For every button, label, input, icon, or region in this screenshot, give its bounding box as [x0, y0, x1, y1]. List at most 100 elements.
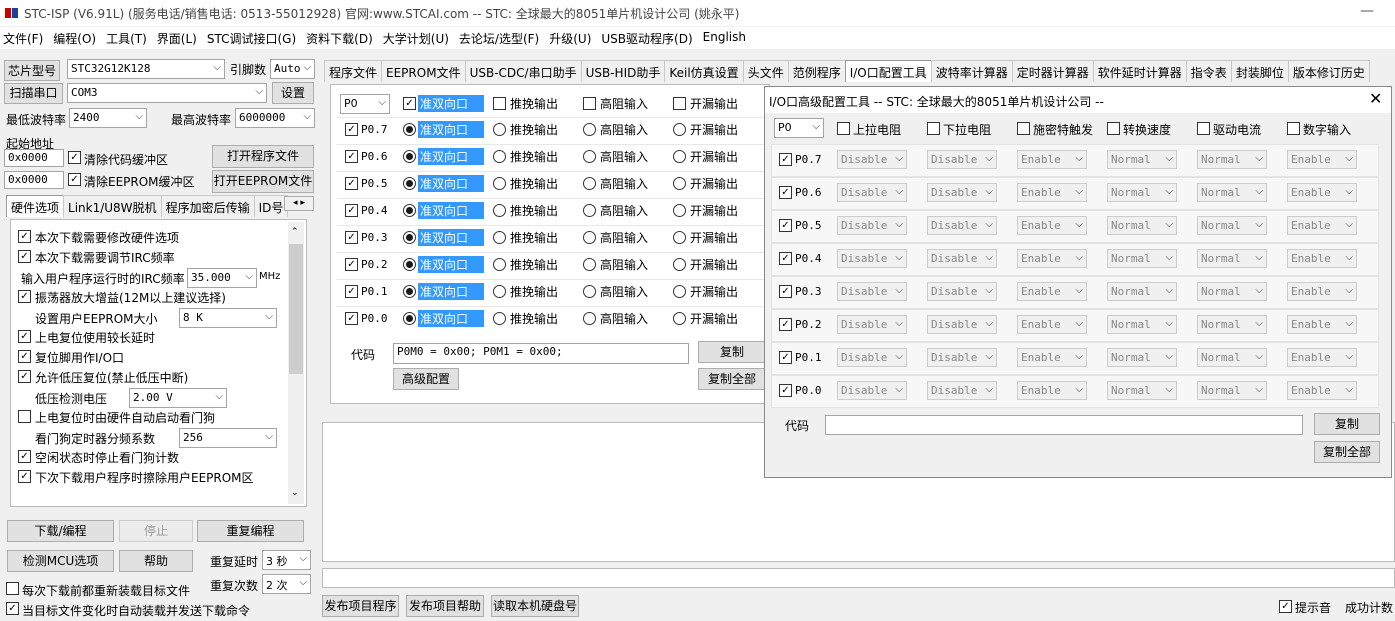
mode-radio[interactable] — [583, 312, 596, 325]
dialog-value-select[interactable]: Normal ⌵ — [1107, 315, 1177, 334]
dialog-pin-checkbox[interactable]: ✓ — [779, 285, 792, 298]
mode-radio[interactable] — [403, 177, 416, 190]
pin-checkbox[interactable]: ✓ — [345, 177, 358, 190]
mode-radio[interactable] — [493, 123, 506, 136]
main-tab[interactable]: EEPROM文件 — [381, 60, 466, 82]
dialog-value-select[interactable]: Normal ⌵ — [1197, 150, 1267, 169]
menu-item[interactable]: 大学计划(U) — [380, 27, 456, 49]
dialog-code-output[interactable] — [825, 415, 1303, 435]
dialog-value-select[interactable]: Disable ⌵ — [927, 150, 997, 169]
header-checkbox[interactable] — [1017, 122, 1030, 135]
header-checkbox[interactable] — [1107, 122, 1120, 135]
dialog-copy-button[interactable]: 复制 — [1314, 413, 1380, 435]
dialog-value-select[interactable]: Disable ⌵ — [927, 249, 997, 268]
dialog-value-select[interactable]: Enable ⌵ — [1287, 150, 1357, 169]
dialog-pin-checkbox[interactable]: ✓ — [779, 318, 792, 331]
option-checkbox[interactable]: ✓ — [18, 470, 31, 483]
mode-checkbox[interactable] — [583, 97, 596, 110]
port-select[interactable]: COM3 ⌵ — [67, 83, 267, 103]
clear-code-checkbox[interactable]: ✓ — [68, 151, 81, 164]
minimize-icon[interactable]: — — [1360, 3, 1374, 19]
menu-item[interactable]: 资料下载(D) — [303, 27, 380, 49]
io-port-select[interactable]: P0 ⌵ — [340, 94, 390, 114]
dialog-value-select[interactable]: Disable ⌵ — [837, 183, 907, 202]
main-tab[interactable]: 版本修订历史 — [1287, 60, 1370, 82]
repeat-delay-select[interactable]: 3 秒 ⌵ — [262, 550, 311, 570]
dialog-value-select[interactable]: Enable ⌵ — [1017, 183, 1087, 202]
mode-radio[interactable] — [403, 204, 416, 217]
mode-radio[interactable] — [493, 258, 506, 271]
scan-port-button[interactable]: 扫描串口 — [4, 83, 63, 104]
mode-radio[interactable] — [583, 204, 596, 217]
main-tab[interactable]: 定时器计算器 — [1011, 60, 1094, 82]
dialog-value-select[interactable]: Enable ⌵ — [1017, 381, 1087, 400]
dialog-pin-checkbox[interactable]: ✓ — [779, 351, 792, 364]
pin-checkbox[interactable]: ✓ — [345, 150, 358, 163]
mode-radio[interactable] — [403, 150, 416, 163]
dialog-value-select[interactable]: Enable ⌵ — [1287, 315, 1357, 334]
pin-checkbox[interactable]: ✓ — [345, 231, 358, 244]
header-checkbox[interactable] — [1197, 122, 1210, 135]
open-eeprom-file-button[interactable]: 打开EEPROM文件 — [212, 170, 314, 193]
dialog-value-select[interactable]: Enable ⌵ — [1017, 348, 1087, 367]
publish-help-button[interactable]: 发布项目帮助 — [406, 595, 484, 617]
dialog-pin-checkbox[interactable]: ✓ — [779, 384, 792, 397]
mode-checkbox[interactable]: ✓ — [403, 97, 416, 110]
menu-item[interactable]: 工具(T) — [103, 27, 154, 49]
left-tab[interactable]: 硬件选项 — [6, 195, 65, 217]
io-code-output[interactable]: P0M0 = 0x00; P0M1 = 0x00; — [393, 343, 689, 364]
dialog-value-select[interactable]: Enable ⌵ — [1287, 348, 1357, 367]
menu-item[interactable]: STC调试接口(G) — [204, 27, 303, 49]
mode-radio[interactable] — [673, 258, 686, 271]
mode-radio[interactable] — [673, 285, 686, 298]
dialog-value-select[interactable]: Normal ⌵ — [1107, 282, 1177, 301]
main-tab[interactable]: 范例程序 — [787, 60, 846, 82]
min-baud-select[interactable]: 2400 ⌵ — [69, 108, 147, 128]
header-checkbox[interactable] — [837, 122, 850, 135]
dialog-value-select[interactable]: Disable ⌵ — [927, 348, 997, 367]
stop-button[interactable]: 停止 — [119, 520, 193, 542]
menu-item[interactable]: 升级(U) — [546, 27, 598, 49]
main-tab[interactable]: USB-HID助手 — [580, 60, 666, 82]
dialog-value-select[interactable]: Normal ⌵ — [1107, 216, 1177, 235]
option-checkbox[interactable]: ✓ — [18, 370, 31, 383]
dialog-value-select[interactable]: Disable ⌵ — [927, 315, 997, 334]
main-tab[interactable]: Keil仿真设置 — [664, 60, 744, 82]
dialog-value-select[interactable]: Enable ⌵ — [1017, 315, 1087, 334]
dialog-pin-checkbox[interactable]: ✓ — [779, 252, 792, 265]
pin-checkbox[interactable]: ✓ — [345, 204, 358, 217]
auto-reload-checkbox[interactable]: ✓ — [6, 602, 19, 615]
mode-radio[interactable] — [673, 231, 686, 244]
mode-radio[interactable] — [493, 177, 506, 190]
option-checkbox[interactable]: ✓ — [18, 250, 31, 263]
header-checkbox[interactable] — [927, 122, 940, 135]
mode-radio[interactable] — [583, 231, 596, 244]
pin-checkbox[interactable]: ✓ — [345, 285, 358, 298]
option-select[interactable]: 35.000 ⌵ — [187, 268, 257, 288]
dialog-value-select[interactable]: Disable ⌵ — [927, 216, 997, 235]
detect-mcu-button[interactable]: 检测MCU选项 — [7, 550, 114, 572]
dialog-value-select[interactable]: Normal ⌵ — [1107, 150, 1177, 169]
option-checkbox[interactable] — [18, 410, 31, 423]
main-tab[interactable]: 软件延时计算器 — [1092, 60, 1187, 82]
mode-radio[interactable] — [493, 312, 506, 325]
dialog-value-select[interactable]: Enable ⌵ — [1017, 282, 1087, 301]
dialog-value-select[interactable]: Disable ⌵ — [837, 348, 907, 367]
dialog-value-select[interactable]: Enable ⌵ — [1017, 249, 1087, 268]
dialog-pin-checkbox[interactable]: ✓ — [779, 153, 792, 166]
dialog-value-select[interactable]: Disable ⌵ — [927, 381, 997, 400]
main-tab[interactable]: 波特率计算器 — [930, 60, 1013, 82]
dialog-value-select[interactable]: Enable ⌵ — [1017, 216, 1087, 235]
dialog-value-select[interactable]: Disable ⌵ — [837, 216, 907, 235]
repeat-count-select[interactable]: 2 次 ⌵ — [262, 574, 311, 594]
menu-item[interactable]: 界面(L) — [154, 27, 204, 49]
menu-item[interactable]: USB驱动程序(D) — [598, 27, 699, 49]
code-address-input[interactable]: 0x0000 — [4, 149, 64, 167]
dialog-value-select[interactable]: Disable ⌵ — [837, 315, 907, 334]
settings-button[interactable]: 设置 — [272, 82, 314, 104]
clear-eeprom-checkbox[interactable]: ✓ — [68, 173, 81, 186]
mode-radio[interactable] — [583, 123, 596, 136]
dialog-port-select[interactable]: P0 ⌵ — [774, 118, 824, 138]
option-select[interactable]: 2.00 V ⌵ — [129, 388, 227, 408]
eeprom-address-input[interactable]: 0x0000 — [4, 171, 64, 189]
